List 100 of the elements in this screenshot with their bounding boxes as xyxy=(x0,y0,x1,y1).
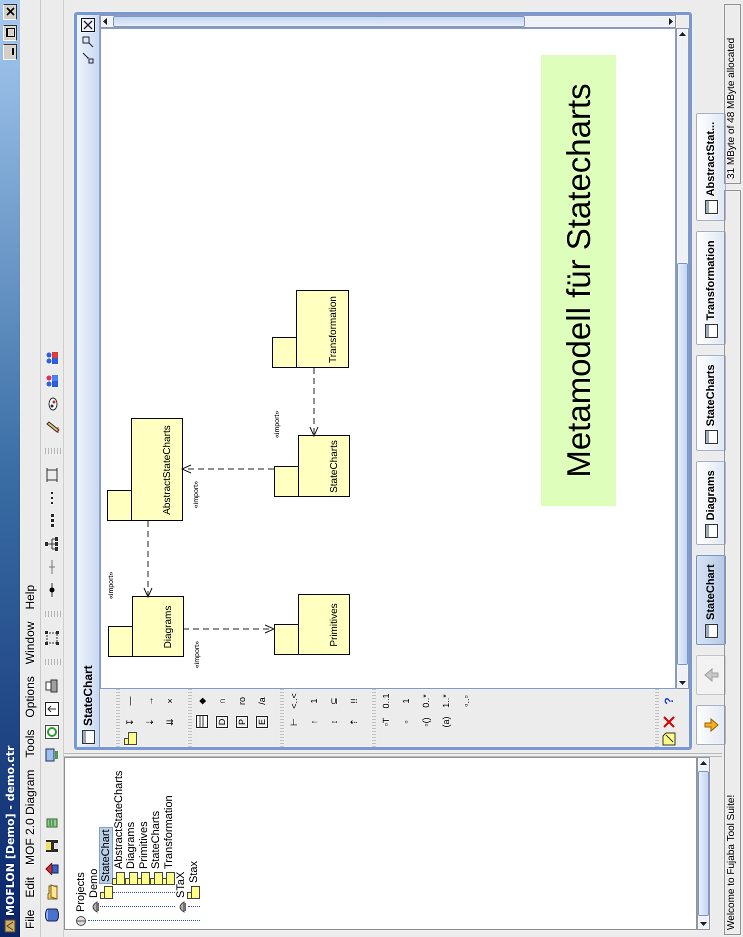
export-icon[interactable] xyxy=(44,701,60,717)
dependency-arrow[interactable] xyxy=(180,464,274,474)
window-icon xyxy=(704,524,718,538)
delete-icon[interactable] xyxy=(663,716,675,728)
package-name: AbstractStateCharts xyxy=(162,425,173,515)
tree-item[interactable]: StateChart xyxy=(100,758,112,901)
hierarchy-icon[interactable] xyxy=(44,536,60,552)
window-tab[interactable]: AbstractStat... xyxy=(696,112,726,222)
package-name: Diagrams xyxy=(163,606,174,648)
menu-item[interactable]: Options xyxy=(22,670,38,724)
menu-item[interactable]: Help xyxy=(22,578,38,616)
dependency-arrow[interactable] xyxy=(182,624,276,634)
database-icon[interactable] xyxy=(44,907,60,923)
window-tab[interactable]: StateChart xyxy=(696,555,726,645)
restore-icon[interactable] xyxy=(82,36,94,48)
palette-tool[interactable]: ⊢ xyxy=(289,718,299,726)
note-icon[interactable] xyxy=(662,732,676,746)
note-text: Metamodell für Statecharts xyxy=(560,83,597,478)
package-icon xyxy=(150,872,163,885)
menu-item[interactable]: Window xyxy=(22,616,38,670)
palette-tool[interactable]: ▫..▫ xyxy=(461,695,471,707)
package-shape[interactable] xyxy=(274,594,350,655)
scrollbar-thumb[interactable] xyxy=(677,263,688,665)
palette-tool[interactable]: !! xyxy=(349,698,359,704)
tree-item[interactable]: STaX xyxy=(175,758,188,915)
frame-title: StateChart xyxy=(81,665,95,726)
tree-item[interactable]: Stax xyxy=(188,758,200,901)
palette-tool[interactable]: ◆ xyxy=(197,698,207,704)
people-icon[interactable] xyxy=(44,350,60,366)
class-icon[interactable] xyxy=(196,716,208,728)
tree-item[interactable]: StateCharts xyxy=(150,758,162,887)
minimize-icon[interactable] xyxy=(82,52,94,64)
tree-item[interactable]: AbstractStateCharts xyxy=(112,758,125,887)
menu-item[interactable]: Edit xyxy=(22,870,38,904)
tree-item[interactable]: Transformation xyxy=(162,758,175,887)
pencil-icon[interactable] xyxy=(44,419,60,435)
tree-item[interactable]: Diagrams xyxy=(125,758,138,887)
minimize-button[interactable] xyxy=(3,44,17,60)
palette-tool[interactable]: /a xyxy=(257,697,267,705)
window-icon xyxy=(704,200,718,214)
dependency-arrow[interactable] xyxy=(144,520,152,598)
package-icon[interactable] xyxy=(124,732,136,746)
selection-icon[interactable] xyxy=(44,630,60,646)
menu-item[interactable]: File xyxy=(22,904,38,935)
tree-item[interactable]: Demo xyxy=(88,758,100,915)
palette-tool[interactable]: ⊆ xyxy=(329,697,339,705)
palette-tool[interactable]: D xyxy=(216,716,228,728)
scrollbar-thumb[interactable] xyxy=(698,771,709,916)
palette-tool[interactable]: ▫ xyxy=(401,720,411,724)
palette-tool[interactable]: ▫() xyxy=(421,717,431,727)
palette-tool[interactable]: ⇊ xyxy=(165,718,175,726)
help-button[interactable]: ? xyxy=(662,697,676,705)
dependency-arrow[interactable] xyxy=(310,368,318,438)
people-icon[interactable] xyxy=(44,373,60,389)
palette-tool[interactable]: ↕ xyxy=(329,720,339,724)
computer-icon[interactable] xyxy=(44,747,60,763)
package-shape[interactable] xyxy=(272,290,349,368)
tree-item[interactable]: Primitives xyxy=(138,758,150,887)
palette-tool[interactable]: 0..* xyxy=(421,694,431,708)
maximize-button[interactable] xyxy=(3,25,17,41)
root-icon xyxy=(75,915,88,927)
palette-tool[interactable]: ⇣ xyxy=(145,718,155,726)
refresh-icon[interactable] xyxy=(44,724,60,740)
close-icon[interactable] xyxy=(81,18,95,32)
palette-tool[interactable]: E xyxy=(256,716,268,728)
window-tab[interactable]: StateCharts xyxy=(696,355,726,452)
app-icon xyxy=(3,919,17,933)
palette-tool[interactable]: ro xyxy=(237,697,247,706)
package-icon xyxy=(162,872,176,885)
palette-tool[interactable]: (a) xyxy=(441,716,451,728)
save-icon[interactable] xyxy=(44,838,60,854)
palette-tool[interactable]: ⇡ xyxy=(349,718,359,726)
palette-tool[interactable]: ↧ xyxy=(125,718,135,726)
palette-tool[interactable]: ↑ xyxy=(309,720,319,724)
palette-tool[interactable]: <..< xyxy=(289,693,299,709)
package-shape[interactable] xyxy=(107,418,183,521)
palette-tool[interactable]: 1..* xyxy=(441,694,451,708)
frame-icon[interactable] xyxy=(44,467,60,483)
palette-tool[interactable]: P xyxy=(236,716,248,728)
window-icon xyxy=(704,324,718,338)
palette-tool[interactable]: 1 xyxy=(401,698,411,704)
tree-item[interactable]: Projects xyxy=(75,758,88,929)
palette-tool[interactable]: ∩ xyxy=(217,698,227,704)
palette-tool[interactable]: 1 xyxy=(309,698,319,704)
minimize-icon xyxy=(12,48,14,56)
close-button[interactable] xyxy=(3,4,17,20)
menu-item[interactable]: Tools xyxy=(22,724,38,764)
menu-item[interactable]: MOF 2.0 Diagram xyxy=(22,764,38,871)
palette-tool[interactable]: → xyxy=(145,696,155,706)
window-tab[interactable]: Transformation xyxy=(696,231,726,346)
palette-tool[interactable]: 0..1 xyxy=(381,694,391,709)
printer-icon[interactable] xyxy=(44,678,60,694)
maximize-icon xyxy=(6,28,14,38)
palette-tool[interactable]: ▫T xyxy=(381,718,391,726)
window-title: MOFLON [Demo] - demo.ctr xyxy=(4,746,16,916)
palette-tool[interactable]: — xyxy=(125,696,135,706)
splitter-handle[interactable] xyxy=(64,751,722,757)
palette-tool[interactable]: × xyxy=(165,698,175,704)
scrollbar-thumb[interactable] xyxy=(113,16,525,27)
window-tab[interactable]: Diagrams xyxy=(696,461,726,546)
